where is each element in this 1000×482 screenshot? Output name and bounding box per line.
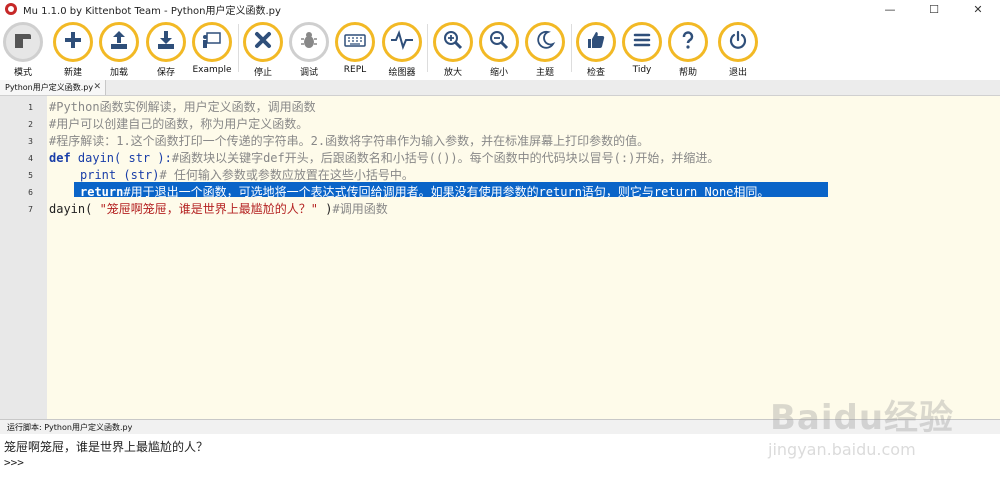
bug-icon	[298, 29, 320, 55]
line-number: 4	[28, 154, 33, 163]
line-number: 1	[28, 103, 33, 112]
plotter-button[interactable]: 绘图器	[380, 22, 424, 78]
keyword-def: def	[49, 151, 71, 165]
code-line-2: #用户可以创建自己的函数，称为用户定义函数。	[49, 117, 309, 131]
code-line-4: def dayin( str ):#函数块以关键字def开头，后跟函数名和小括号…	[49, 149, 719, 166]
presentation-icon	[201, 29, 223, 55]
title-bar: Mu 1.1.0 by Kittenbot Team - Python用户定义函…	[0, 0, 1000, 18]
question-icon	[677, 29, 699, 55]
close-tab-icon[interactable]: ✕	[93, 80, 101, 95]
string-literal: "笼屉啊笼屉，谁是世界上最尴尬的人？"	[99, 202, 319, 216]
code-line-7: dayin( "笼屉啊笼屉，谁是世界上最尴尬的人？" )#调用函数	[49, 200, 388, 217]
theme-button[interactable]: 主题	[523, 22, 567, 78]
zoom-in-icon	[442, 29, 464, 55]
mode-button[interactable]: 模式	[1, 22, 45, 78]
code-comment: #用于退出一个函数，可选地将一个表达式传回给调用者。如果没有使用参数的retur…	[123, 185, 770, 199]
mode-icon	[12, 29, 34, 55]
file-tab-label: Python用户定义函数.py	[5, 83, 94, 92]
line-number: 6	[28, 188, 33, 197]
function-signature: dayin( str ):	[70, 151, 172, 165]
download-icon	[155, 29, 177, 55]
print-statement: print (str)	[80, 168, 160, 182]
code-comment: #调用函数	[332, 202, 388, 216]
line-number: 3	[28, 137, 33, 146]
line-number: 5	[28, 171, 33, 180]
upload-icon	[108, 29, 130, 55]
code-line-5: print (str)# 任何输入参数或参数应放置在这些小括号中。	[80, 166, 414, 183]
line-number: 2	[28, 120, 33, 129]
watermark-brand: Baidu经验	[770, 398, 955, 438]
maximize-button[interactable]: ☐	[912, 0, 956, 18]
quit-button[interactable]: 退出	[716, 22, 760, 78]
power-icon	[727, 29, 749, 55]
watermark-url: jingyan.baidu.com	[768, 440, 916, 459]
tab-bar: Python用户定义函数.py ✕	[0, 80, 1000, 96]
thumbs-up-icon	[585, 29, 607, 55]
minimize-button[interactable]: —	[868, 0, 912, 18]
code-editor[interactable]: 1 2 3 4 5 6 7 #Python函数实例解读，用户定义函数，调用函数 …	[0, 96, 1000, 419]
keyboard-icon	[343, 29, 367, 55]
file-tab[interactable]: Python用户定义函数.py ✕	[0, 80, 106, 95]
list-icon	[631, 29, 653, 55]
repl-prompt[interactable]: >>>	[4, 456, 24, 469]
code-line-1: #Python函数实例解读，用户定义函数，调用函数	[49, 100, 316, 114]
zoom-out-icon	[488, 29, 510, 55]
example-button[interactable]: Example	[190, 22, 234, 75]
quit-label: 退出	[728, 68, 747, 78]
pulse-icon	[390, 29, 414, 55]
plus-icon	[62, 29, 84, 55]
code-comment: # 任何输入参数或参数应放置在这些小括号中。	[159, 168, 414, 182]
keyword-return: return	[80, 185, 124, 199]
function-call: dayin(	[49, 202, 100, 216]
code-line-3: #程序解读：1.这个函数打印一个传递的字符串。2.函数将字符串作为输入参数，并在…	[49, 134, 650, 148]
window-controls: — ☐ ✕	[868, 0, 1000, 18]
line-number-gutter: 1 2 3 4 5 6 7	[0, 96, 47, 419]
help-button[interactable]: 帮助	[666, 22, 710, 78]
code-comment: #函数块以关键字def开头，后跟函数名和小括号(())。每个函数中的代码块以冒号…	[171, 151, 720, 165]
code-line-6: return#用于退出一个函数，可选地将一个表达式传回给调用者。如果没有使用参数…	[80, 183, 769, 200]
repl-output: 笼屉啊笼屉，谁是世界上最尴尬的人？	[4, 440, 209, 454]
line-number: 7	[28, 205, 33, 214]
mu-app-icon	[5, 3, 17, 15]
toolbar: 模式 新建 加载 保存 Example 停止 调试 REPL 绘图器 放大 缩小	[0, 18, 1000, 80]
window-title: Mu 1.1.0 by Kittenbot Team - Python用户定义函…	[23, 5, 281, 17]
moon-icon	[534, 29, 556, 55]
call-close: )	[318, 202, 333, 216]
baidu-watermark: Baidu经验 jingyan.baidu.com	[760, 380, 995, 475]
close-window-button[interactable]: ✕	[956, 0, 1000, 18]
stop-x-icon	[252, 29, 274, 55]
